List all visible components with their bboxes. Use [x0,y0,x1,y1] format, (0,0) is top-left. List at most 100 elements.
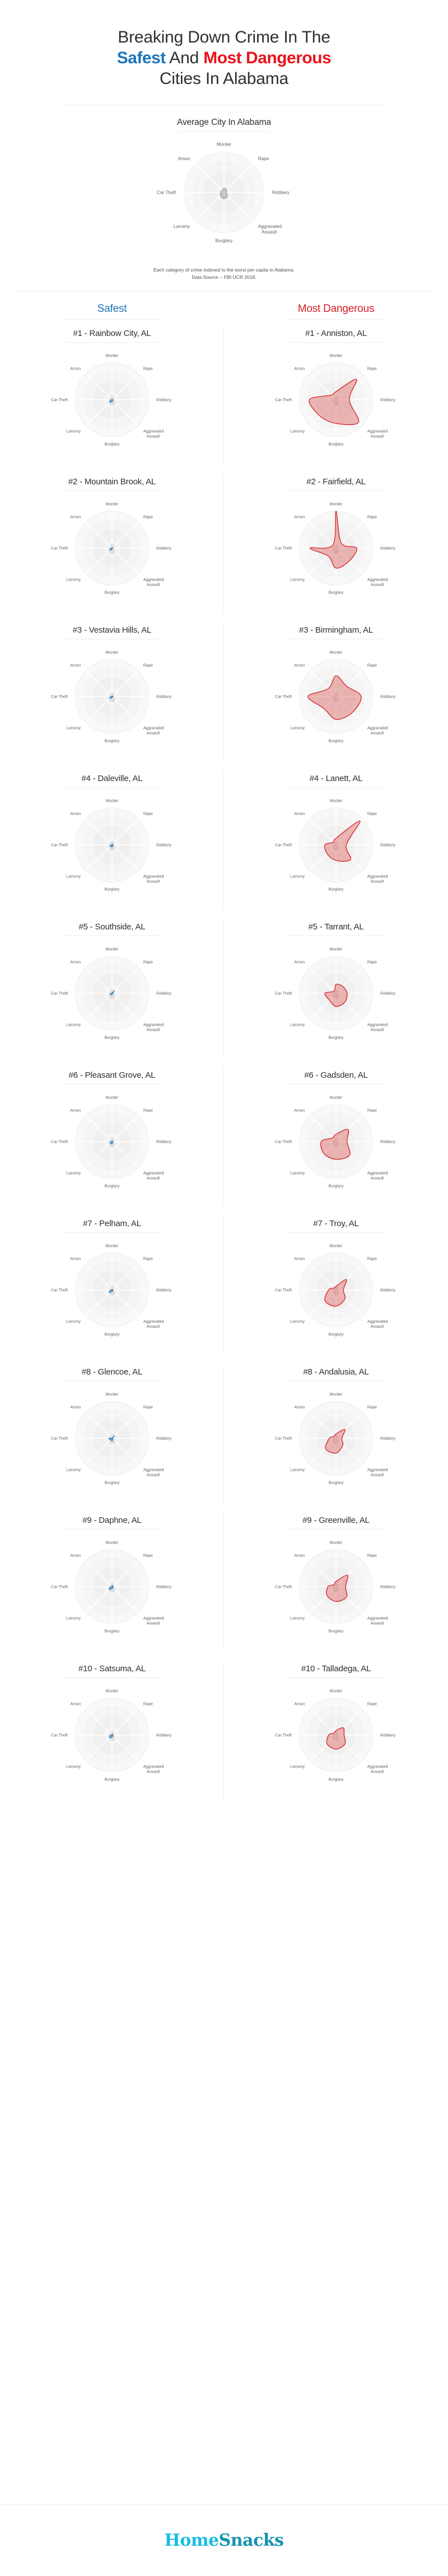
safest-city-card[interactable]: #8 - Glencoe, AL Murder Rape Robbery Aggrava… [0,1359,224,1508]
city-radar-chart: Murder Rape Robbery Aggravated Assault Burgla… [48,492,176,612]
radar-axis-label: Car Theft [157,190,176,195]
safest-column-label: Safest [97,302,127,315]
city-title-rule [288,1677,384,1678]
radar-axis-label: Robbery [156,990,172,995]
radar-axis-label: Robbery [380,694,396,699]
radar-axis-label: Aggravated Assault [143,1764,164,1774]
chart-caption: Each category of crime indexed to the wo… [0,267,448,281]
city-radar-chart: Murder Rape Robbery Aggravated Assault Burgla… [48,1086,176,1205]
radar-series-shape [110,1140,114,1144]
dangerous-city-card[interactable]: #6 - Gadsden, AL Murder Rape Robbery Aggrava… [224,1063,448,1211]
dangerous-city-card[interactable]: #9 - Greenville, AL Murder Rape Robbery Aggr… [224,1508,448,1656]
radar-axis-label: Burglary [105,886,120,891]
radar-axis-label: Robbery [380,397,396,402]
dangerous-city-card[interactable]: #8 - Andalusia, AL Murder Rape Robbery Aggra… [224,1359,448,1508]
radar-axis-label: Aggravated Assault [143,428,164,438]
radar-axis-label: Arson [70,366,81,371]
radar-plot: Murder Rape Robbery Aggravated Assault Burgla… [51,798,171,891]
radar-axis-label: Murder [106,1688,119,1693]
radar-plot: Murder Rape Robbery Aggravated Assault Burgla… [275,649,396,743]
radar-axis-label: Car Theft [275,1584,292,1589]
radar-axis-label: Rape [367,1107,377,1112]
radar-axis-label: Rape [143,366,153,371]
safest-city-card[interactable]: #6 - Pleasant Grove, AL Murder Rape Robbery… [0,1063,224,1211]
radar-axis-label: Murder [106,1243,119,1248]
city-radar-chart: Murder Rape Robbery Aggravated Assault Burgla… [272,1086,400,1205]
radar-axis-label: Arson [294,514,305,519]
radar-axis-label: Robbery [156,545,172,550]
radar-axis-label: Murder [217,142,231,147]
dangerous-city-card[interactable]: #2 - Fairfield, AL Murder Rape Robbery Aggra… [224,469,448,618]
safest-city-card[interactable]: #5 - Southside, AL Murder Rape Robbery Aggra… [0,914,224,1063]
radar-axis-label: Rape [143,959,153,964]
safest-city-card[interactable]: #3 - Vestavia Hills, AL Murder Rape Robbery… [0,618,224,766]
radar-plot: Murder Rape Robbery Aggravated Assault Burgla… [157,142,290,244]
radar-axis-label: Burglary [105,1035,120,1040]
city-title: #5 - Southside, AL [78,922,146,932]
column-header-most-dangerous: Most Dangerous [224,303,448,321]
radar-axis-label: Larceny [291,873,305,878]
radar-axis-label: Burglary [105,1331,120,1336]
city-chart-grid: #1 - Rainbow City, AL Murder Rape Robbery Ag… [0,321,448,1804]
radar-axis-label: Murder [330,353,343,358]
radar-axis-label: Burglary [329,738,344,743]
radar-axis-label: Burglary [329,1331,344,1336]
homesnacks-logo[interactable]: HomeSnacks [164,2531,284,2550]
radar-axis-label: Arson [70,662,81,667]
radar-plot: Murder Rape Robbery Aggravated Assault Burgla… [51,1243,171,1336]
radar-axis-label: Aggravated Assault [143,873,164,883]
radar-axis-label: Car Theft [51,545,68,550]
radar-axis-label: Aggravated Assault [367,1615,388,1625]
radar-axis-label: Burglary [329,1035,344,1040]
radar-axis-label: Burglary [216,238,234,243]
safest-city-card[interactable]: #10 - Satsuma, AL Murder Rape Robbery Aggrav… [0,1656,224,1804]
radar-axis-label: Rape [367,1701,377,1706]
safest-city-card[interactable]: #9 - Daphne, AL Murder Rape Robbery Aggravat… [0,1508,224,1656]
dangerous-city-card[interactable]: #5 - Tarrant, AL Murder Rape Robbery Aggrava… [224,914,448,1063]
city-title-rule [64,490,160,491]
dangerous-city-card[interactable]: #10 - Talladega, AL Murder Rape Robbery Aggr… [224,1656,448,1804]
radar-axis-label: Rape [143,1553,153,1558]
caption-line-2: Data Source -- FBI UCR 2018. [192,274,256,280]
safest-city-card[interactable]: #4 - Daleville, AL Murder Rape Robbery Aggra… [0,766,224,914]
radar-axis-label: Larceny [67,725,81,730]
radar-axis-label: Car Theft [51,1139,68,1144]
city-row: #6 - Pleasant Grove, AL Murder Rape Robbery… [0,1063,448,1211]
radar-axis-label: Car Theft [51,397,68,402]
radar-axis-label: Rape [143,1701,153,1706]
city-title: #5 - Tarrant, AL [308,922,364,932]
radar-axis-label: Burglary [329,441,344,446]
radar-axis-label: Aggravated Assault [143,1319,164,1329]
radar-axis-label: Murder [106,649,119,654]
city-radar-chart: Murder Rape Robbery Aggravated Assault Burgla… [48,1234,176,1354]
city-title: #1 - Anniston, AL [305,328,367,338]
radar-axis-label: Murder [106,798,119,803]
radar-axis-label: Rape [143,514,153,519]
safest-city-card[interactable]: #2 - Mountain Brook, AL Murder Rape Robbery… [0,469,224,618]
radar-axis-label: Aggravated Assault [143,1022,164,1032]
radar-axis-label: Robbery [156,694,172,699]
dangerous-city-card[interactable]: #7 - Troy, AL Murder Rape Robbery Aggravated… [224,1211,448,1359]
radar-plot: Murder Rape Robbery Aggravated Assault Burgla… [51,946,172,1040]
city-title-rule [64,1677,160,1678]
radar-axis-label: Larceny [67,1615,81,1620]
radar-axis-label: Larceny [67,1170,81,1175]
radar-axis-label: Larceny [291,428,305,433]
radar-axis-label: Robbery [380,1139,396,1144]
dangerous-city-card[interactable]: #3 - Birmingham, AL Murder Rape Robbery Aggr… [224,618,448,766]
radar-axis-label: Rape [367,514,377,519]
dangerous-city-card[interactable]: #1 - Anniston, AL Murder Rape Robbery Aggrav… [224,321,448,469]
safest-city-card[interactable]: #7 - Pelham, AL Murder Rape Robbery Aggravat… [0,1211,224,1359]
safest-city-card[interactable]: #1 - Rainbow City, AL Murder Rape Robbery Ag… [0,321,224,469]
radar-axis-label: Robbery [380,1584,396,1589]
radar-axis-label: Larceny [291,1022,305,1027]
city-radar-chart: Murder Rape Robbery Aggravated Assault Burgla… [272,1382,400,1502]
radar-axis-label: Arson [294,366,305,371]
infographic-page: Breaking Down Crime In The Safest And Mo… [0,0,448,2576]
section-divider [16,291,432,292]
dangerous-city-card[interactable]: #4 - Lanett, AL Murder Rape Robbery Aggravat… [224,766,448,914]
radar-axis-label: Aggravated Assault [143,1615,164,1625]
radar-axis-label: Arson [70,959,81,964]
radar-axis-label: Murder [106,501,119,506]
radar-plot: Murder Rape Robbery Aggravated Assault Burgla… [275,1688,395,1782]
